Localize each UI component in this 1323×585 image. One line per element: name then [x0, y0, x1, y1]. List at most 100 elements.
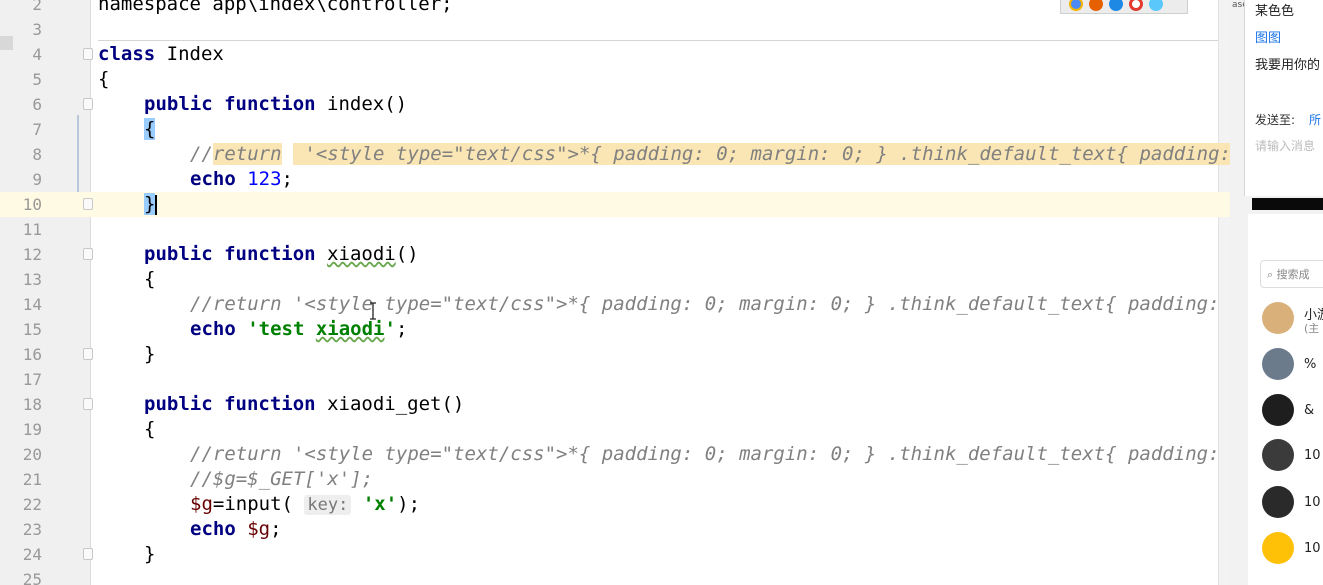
code-line[interactable]: 2 namespace app\index\controller;	[0, 0, 1230, 17]
keyword: echo	[190, 168, 236, 190]
opera-icon[interactable]	[1129, 0, 1143, 11]
line-number: 17	[22, 370, 42, 389]
code-line[interactable]: 6 public function index()	[0, 92, 1230, 117]
line-number: 20	[22, 445, 42, 464]
line-number: 24	[22, 545, 42, 564]
string-literal: 'x'	[362, 493, 398, 515]
contact-item[interactable]: 小游 (主	[1262, 302, 1323, 336]
contact-name: 10	[1304, 448, 1321, 463]
close-call: );	[397, 493, 421, 515]
safari-icon[interactable]	[1149, 0, 1163, 11]
code-line[interactable]: 4 class Index	[0, 42, 1230, 67]
fold-toggle-icon[interactable]	[83, 548, 93, 560]
line-number: 6	[32, 95, 42, 114]
matched-brace: {	[144, 118, 156, 140]
fold-toggle-icon[interactable]	[83, 48, 93, 60]
line-number: 19	[22, 420, 42, 439]
current-code-line[interactable]: 10 }	[0, 192, 1230, 217]
contact-name: &	[1304, 403, 1315, 418]
close-brace: }	[144, 543, 156, 565]
send-to-select[interactable]: 所	[1309, 111, 1321, 128]
variable: $g	[190, 493, 213, 515]
semicolon: ;	[281, 168, 293, 190]
contact-item[interactable]: 10	[1262, 486, 1323, 520]
code-editor[interactable]: 2 namespace app\index\controller; 3 4 cl…	[0, 0, 1230, 585]
contact-search-input[interactable]: ⌕ 搜索成	[1260, 260, 1323, 288]
contact-item[interactable]: &	[1262, 394, 1323, 428]
method-declaration: public function xiaodi()	[144, 242, 419, 267]
avatar	[1262, 302, 1294, 334]
commented-return: //return '<style type="text/css">*{ padd…	[190, 293, 1220, 315]
code-line[interactable]: 9 echo 123;	[0, 167, 1230, 192]
line-number: 14	[22, 295, 42, 314]
browser-preview-bar	[1060, 0, 1188, 14]
code-line[interactable]: 8 //return '<style type="text/css">*{ pa…	[0, 142, 1230, 167]
keyword: public	[144, 393, 213, 415]
keyword: public	[144, 243, 213, 265]
fold-toggle-icon[interactable]	[83, 348, 93, 360]
fold-toggle-icon[interactable]	[83, 248, 93, 260]
string-literal: '	[384, 318, 396, 340]
mouse-ibeam-icon	[370, 302, 376, 320]
semicolon: ;	[395, 318, 408, 340]
code-line[interactable]: 12 public function xiaodi()	[0, 242, 1230, 267]
contact-item[interactable]: 10	[1262, 532, 1323, 566]
avatar	[1262, 439, 1294, 471]
fold-toggle-icon[interactable]	[83, 398, 93, 410]
code-line[interactable]: 22 $g=input( key: 'x');	[0, 492, 1230, 517]
code-line[interactable]: 11	[0, 217, 1230, 242]
open-brace: {	[98, 68, 110, 90]
comment-prefix: //	[190, 143, 213, 165]
fold-toggle-icon[interactable]	[83, 98, 93, 110]
code-line[interactable]: 25	[0, 567, 1230, 585]
chrome-icon[interactable]	[1069, 0, 1083, 11]
line-number: 9	[32, 170, 42, 189]
contact-name: %	[1304, 357, 1317, 372]
function-call: =input(	[212, 493, 293, 515]
class-name: Index	[155, 43, 224, 65]
code-line[interactable]: 17	[0, 367, 1230, 392]
image-link[interactable]: 图图	[1255, 27, 1281, 46]
code-line[interactable]: 15 echo 'test xiaodi';	[0, 317, 1230, 342]
code-line[interactable]: 19 {	[0, 417, 1230, 442]
method-name: xiaodi_get	[327, 393, 442, 415]
line-number: 12	[22, 245, 42, 264]
code-line[interactable]: 20 //return '<style type="text/css">*{ p…	[0, 442, 1230, 467]
code-line[interactable]: 18 public function xiaodi_get()	[0, 392, 1230, 417]
open-brace: {	[144, 117, 156, 142]
line-number: 25	[22, 570, 42, 585]
contact-item[interactable]: %	[1262, 348, 1323, 382]
ie-icon[interactable]	[1109, 0, 1123, 11]
code-line[interactable]: 24 }	[0, 542, 1230, 567]
contact-list-panel: ⌕ 搜索成 小游 (主 % & 10 10 10	[1248, 214, 1323, 585]
parens: ()	[441, 393, 465, 415]
keyword: function	[224, 243, 316, 265]
code-line[interactable]: 13 {	[0, 267, 1230, 292]
assignment-statement: $g=input( key: 'x');	[190, 492, 420, 518]
line-number: 23	[22, 520, 42, 539]
code-line[interactable]: 7 {	[0, 117, 1230, 142]
code-line[interactable]: 5 {	[0, 67, 1230, 92]
line-number: 18	[22, 395, 42, 414]
firefox-icon[interactable]	[1089, 0, 1103, 11]
code-line[interactable]: 21 //$g=$_GET['x'];	[0, 467, 1230, 492]
fold-toggle-icon[interactable]	[83, 198, 93, 210]
echo-statement: echo 123;	[190, 167, 293, 192]
text-cursor	[155, 194, 158, 215]
contact-item[interactable]: 10	[1262, 439, 1323, 473]
method-declaration: public function xiaodi_get()	[144, 392, 464, 417]
avatar	[1262, 348, 1294, 380]
matched-brace: }	[144, 193, 156, 215]
code-line[interactable]: 3	[0, 17, 1230, 42]
code-line[interactable]: 16 }	[0, 342, 1230, 367]
line-number: 22	[22, 495, 42, 514]
chat-panel: ase 某色色 图图 我要用你的 发送至: 所 请输入消息 ⌕ 搜索成 小游 (…	[1230, 0, 1323, 585]
line-number: 5	[32, 70, 42, 89]
code-line[interactable]: 23 echo $g;	[0, 517, 1230, 542]
code-line[interactable]: 14 //return '<style type="text/css">*{ p…	[0, 292, 1230, 317]
message-input[interactable]: 请输入消息	[1255, 137, 1315, 154]
contact-name: 10	[1304, 495, 1321, 510]
open-brace: {	[144, 268, 156, 290]
keyword: class	[98, 43, 156, 65]
line-number: 3	[32, 20, 42, 39]
